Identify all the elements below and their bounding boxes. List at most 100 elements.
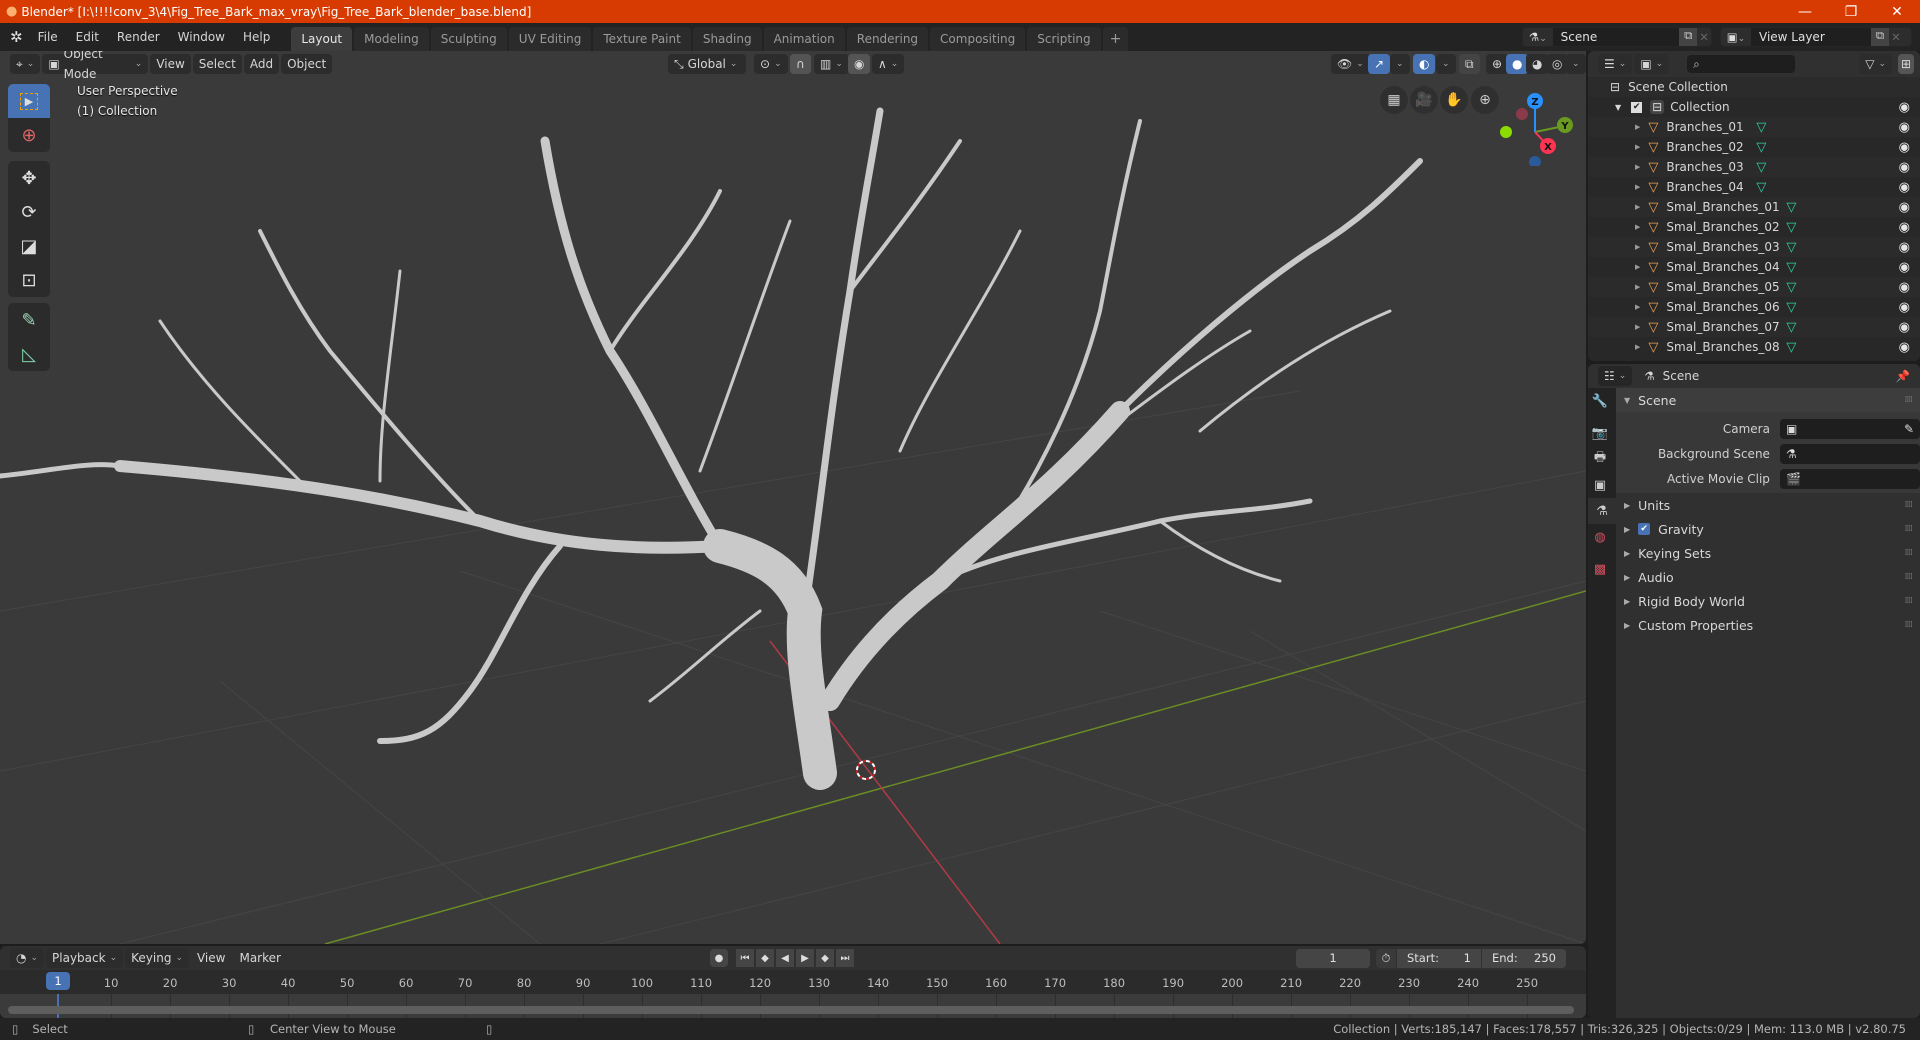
keying-menu[interactable]: Keying ⌄ xyxy=(125,948,189,968)
outliner-object-row[interactable]: ▶ ▽ Smal_Branches_02 ▽ ◉ xyxy=(1588,217,1920,237)
transform-orientation-selector[interactable]: ⤡ Global ⌄ xyxy=(668,54,746,74)
scale-tool[interactable]: ◪ xyxy=(8,229,50,263)
mesh-data-icon[interactable]: ▽ xyxy=(1756,160,1766,175)
panel-gravity[interactable]: ▶ ✔ Gravity ⁞⁞⁞⁞ xyxy=(1616,517,1920,541)
tab-render[interactable]: 📷 xyxy=(1588,420,1612,446)
playback-menu[interactable]: Playback ⌄ xyxy=(46,948,124,968)
visibility-eye-icon[interactable]: ◉ xyxy=(1899,320,1910,335)
properties-editor-type[interactable]: ☷ ⌄ xyxy=(1598,366,1633,386)
drag-grip-icon[interactable]: ⁞⁞⁞⁞ xyxy=(1905,395,1914,405)
mode-selector[interactable]: ▣ Object Mode ⌄ xyxy=(42,51,149,81)
editor-type-button[interactable]: ⌖ ⌄ xyxy=(10,54,41,74)
visibility-eye-icon[interactable]: ◉ xyxy=(1899,220,1910,235)
outliner-object-row[interactable]: ▶ ▽ Branches_04 ▽ ◉ xyxy=(1588,177,1920,197)
jump-start-button[interactable]: ⏮ xyxy=(736,949,754,967)
minimize-button[interactable]: — xyxy=(1782,0,1828,23)
outliner-object-row[interactable]: ▶ ▽ Smal_Branches_01 ▽ ◉ xyxy=(1588,197,1920,217)
measure-tool[interactable]: ◺ xyxy=(8,337,50,371)
tab-tool[interactable]: 🔧 xyxy=(1588,388,1612,414)
visibility-eye-icon[interactable]: ◉ xyxy=(1899,100,1910,115)
3d-viewport[interactable]: ⌖ ⌄ ▣ Object Mode ⌄ View Select Add Object … xyxy=(0,51,1586,944)
end-frame-field[interactable]: End: 250 xyxy=(1482,949,1566,968)
expand-arrow-icon[interactable]: ▶ xyxy=(1635,323,1640,331)
expand-arrow-icon[interactable]: ▶ xyxy=(1635,143,1640,151)
visibility-eye-icon[interactable]: ◉ xyxy=(1899,300,1910,315)
delete-view-layer-icon[interactable]: ✕ xyxy=(1889,30,1903,44)
blender-menu-icon[interactable]: ✲ xyxy=(10,28,23,46)
overlay-toggle[interactable]: ◐ xyxy=(1413,54,1436,74)
panel-keying-sets[interactable]: ▶ Keying Sets ⁞⁞⁞⁞ xyxy=(1616,541,1920,565)
drag-grip-icon[interactable]: ⁞⁞⁞⁞ xyxy=(1905,596,1914,606)
mesh-data-icon[interactable]: ▽ xyxy=(1786,240,1796,255)
tab-animation[interactable]: Animation xyxy=(763,27,845,51)
timeline-view-menu[interactable]: View xyxy=(191,948,231,968)
panel-custom-properties[interactable]: ▶ Custom Properties ⁞⁞⁞⁞ xyxy=(1616,613,1920,637)
tab-compositing[interactable]: Compositing xyxy=(930,27,1026,51)
view-layer-selector[interactable]: ▣⌄ View Layer ⧉ ✕ xyxy=(1720,27,1912,47)
falloff-button[interactable]: ∧ ⌄ xyxy=(872,54,905,74)
tab-uv-editing[interactable]: UV Editing xyxy=(508,27,592,51)
move-tool[interactable]: ✥ xyxy=(8,161,50,195)
delete-scene-icon[interactable]: ✕ xyxy=(1697,30,1711,44)
expand-arrow-icon[interactable]: ▶ xyxy=(1635,223,1640,231)
select-box-tool[interactable]: ▶ xyxy=(8,84,50,118)
gizmo-neg-x[interactable] xyxy=(1516,108,1528,120)
prev-keyframe-button[interactable]: ◆ xyxy=(756,949,774,967)
record-button[interactable]: ● xyxy=(710,949,728,967)
new-scene-icon[interactable]: ⧉ xyxy=(1679,28,1698,46)
expand-arrow-icon[interactable]: ▶ xyxy=(1635,343,1640,351)
play-button[interactable]: ▶ xyxy=(796,949,814,967)
drag-grip-icon[interactable]: ⁞⁞⁞⁞ xyxy=(1905,500,1914,510)
tab-shading[interactable]: Shading xyxy=(692,27,762,51)
marker-menu[interactable]: Marker xyxy=(233,948,286,968)
proportional-edit-toggle[interactable]: ◉ xyxy=(848,54,871,74)
drag-grip-icon[interactable]: ⁞⁞⁞⁞ xyxy=(1905,548,1914,558)
current-frame-field[interactable]: 1 xyxy=(1296,949,1370,968)
timeline-scrollbar[interactable] xyxy=(8,1006,1574,1014)
expand-arrow-icon[interactable]: ▶ xyxy=(1635,243,1640,251)
annotate-tool[interactable]: ✎ xyxy=(8,303,50,337)
menu-render[interactable]: Render xyxy=(108,23,169,51)
outliner-object-row[interactable]: ▶ ▽ Smal_Branches_06 ▽ ◉ xyxy=(1588,297,1920,317)
mesh-data-icon[interactable]: ▽ xyxy=(1786,260,1796,275)
menu-window[interactable]: Window xyxy=(169,23,234,51)
pan-view-button[interactable]: ✋ xyxy=(1440,86,1468,114)
toggle-camera-ortho-button[interactable]: ▦ xyxy=(1380,86,1408,114)
menu-edit[interactable]: Edit xyxy=(67,23,108,51)
rotate-tool[interactable]: ⟳ xyxy=(8,195,50,229)
close-button[interactable]: ✕ xyxy=(1874,0,1920,23)
expand-arrow-icon[interactable]: ▶ xyxy=(1635,123,1640,131)
tab-layout[interactable]: Layout xyxy=(291,27,353,51)
navigation-gizmo[interactable]: Z Y X xyxy=(1492,86,1582,166)
tab-world[interactable]: ◍ xyxy=(1588,524,1612,550)
outliner-object-row[interactable]: ▶ ▽ Branches_03 ▽ ◉ xyxy=(1588,157,1920,177)
tab-texture[interactable]: ▩ xyxy=(1588,556,1612,582)
menu-view[interactable]: View xyxy=(150,54,191,74)
visibility-eye-icon[interactable]: ◉ xyxy=(1899,160,1910,175)
menu-select[interactable]: Select xyxy=(192,54,242,74)
tab-modeling[interactable]: Modeling xyxy=(354,27,429,51)
tab-output[interactable]: 🖶 xyxy=(1588,446,1612,472)
shading-dropdown[interactable]: ⌄ xyxy=(1566,54,1586,74)
outliner-object-row[interactable]: ▶ ▽ Branches_01 ▽ ◉ xyxy=(1588,117,1920,137)
drag-grip-icon[interactable]: ⁞⁞⁞⁞ xyxy=(1905,620,1914,630)
snap-target-button[interactable]: ▥ ⌄ xyxy=(814,54,849,74)
visibility-eye-icon[interactable]: ◉ xyxy=(1899,120,1910,135)
add-workspace-button[interactable]: + xyxy=(1102,27,1129,51)
next-keyframe-button[interactable]: ◆ xyxy=(816,949,834,967)
visibility-eye-icon[interactable]: ◉ xyxy=(1899,240,1910,255)
start-frame-field[interactable]: Start: 1 xyxy=(1397,949,1481,968)
tab-sculpting[interactable]: Sculpting xyxy=(430,27,507,51)
drag-grip-icon[interactable]: ⁞⁞⁞⁞ xyxy=(1905,572,1914,582)
outliner-editor-type[interactable]: ☰ ⌄ xyxy=(1598,54,1633,74)
panel-units[interactable]: ▶ Units ⁞⁞⁞⁞ xyxy=(1616,493,1920,517)
expand-triangle-icon[interactable]: ▼ xyxy=(1615,103,1621,112)
timeline-editor-type[interactable]: ◔ ⌄ xyxy=(10,948,45,968)
visibility-eye-icon[interactable]: ◉ xyxy=(1899,180,1910,195)
timeline-track-area[interactable] xyxy=(0,994,1586,1018)
snap-toggle[interactable]: ∩ xyxy=(790,54,811,74)
panel-rigid-body-world[interactable]: ▶ Rigid Body World ⁞⁞⁞⁞ xyxy=(1616,589,1920,613)
mesh-data-icon[interactable]: ▽ xyxy=(1756,140,1766,155)
gizmo-dropdown[interactable]: ⌄ xyxy=(1390,54,1410,74)
tab-texture-paint[interactable]: Texture Paint xyxy=(593,27,691,51)
